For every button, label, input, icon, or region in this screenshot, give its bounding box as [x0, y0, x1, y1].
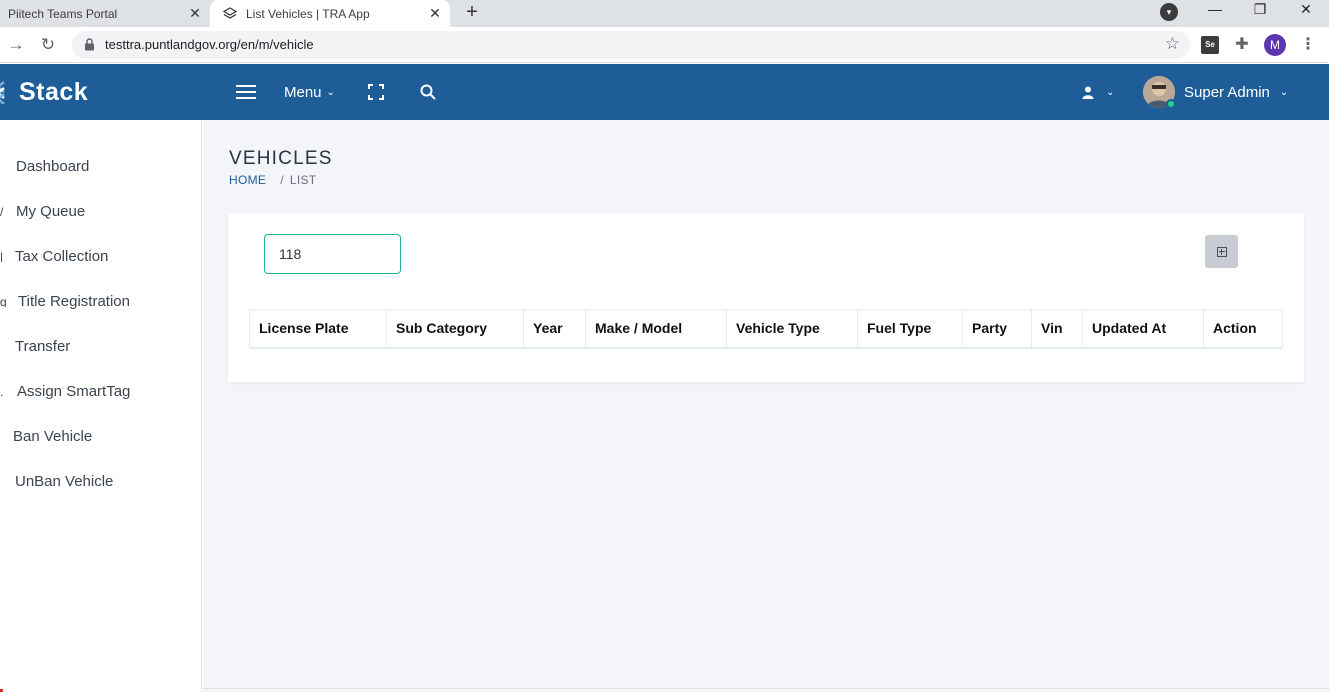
browser-tab-strip: Piitech Teams Portal ✕ List Vehicles | T…	[0, 0, 1329, 27]
tab-title: Piitech Teams Portal	[8, 6, 118, 21]
chevron-down-icon: ⌄	[1106, 86, 1115, 98]
registration-icon: g	[0, 295, 6, 307]
page-title: VEHICLES	[229, 148, 333, 169]
reload-icon[interactable]: ↻	[36, 33, 60, 57]
sidebar-item-my-queue[interactable]: / My Queue	[0, 199, 85, 223]
sidebar: Dashboard / My Queue | Tax Collection g …	[0, 120, 202, 692]
brand-name: Stack	[19, 77, 89, 106]
user-icon	[1082, 86, 1094, 99]
user-name: Super Admin	[1184, 83, 1270, 101]
table-header-row: License Plate Sub Category Year Make / M…	[249, 309, 1283, 349]
column-header[interactable]: Sub Category	[386, 309, 524, 349]
breadcrumb-home-link[interactable]: HOME	[229, 173, 266, 187]
menu-label: Menu	[284, 83, 322, 101]
hamburger-menu-icon[interactable]	[236, 64, 256, 120]
sidebar-item-label: Ban Vehicle	[13, 427, 93, 445]
chevron-down-icon: ⌄	[326, 86, 335, 98]
sidebar-item-label: Tax Collection	[15, 247, 109, 265]
user-notifications-dropdown[interactable]: ⌄	[1082, 64, 1114, 120]
column-header[interactable]: Fuel Type	[857, 309, 963, 349]
layers-icon	[222, 6, 238, 22]
add-vehicle-button[interactable]	[1205, 235, 1238, 268]
forward-arrow-icon[interactable]: →	[4, 33, 28, 57]
extension-selenium-icon[interactable]: Se	[1201, 36, 1219, 54]
minimize-icon[interactable]: —	[1192, 0, 1238, 20]
sidebar-item-label: UnBan Vehicle	[15, 472, 114, 490]
extensions-puzzle-icon[interactable]: ✚	[1232, 35, 1252, 55]
window-close-icon[interactable]: ✕	[1283, 0, 1329, 20]
close-icon[interactable]: ✕	[424, 5, 446, 22]
breadcrumb-separator: /	[280, 173, 284, 187]
browser-tab-list-vehicles[interactable]: List Vehicles | TRA App ✕	[210, 0, 450, 27]
new-tab-plus-icon[interactable]: +	[460, 1, 484, 25]
column-header[interactable]: Year	[523, 309, 586, 349]
footer-divider	[203, 688, 1329, 692]
column-header[interactable]: License Plate	[249, 309, 387, 349]
restore-icon[interactable]: ❐	[1237, 0, 1283, 20]
browser-tab-piitech[interactable]: Piitech Teams Portal ✕	[0, 0, 210, 27]
chevron-down-icon: ⌄	[1279, 86, 1289, 98]
user-avatar[interactable]	[1143, 76, 1176, 109]
main-content: VEHICLES HOME / LIST License Plate Sub C…	[203, 120, 1329, 692]
queue-icon: /	[0, 205, 4, 217]
stack-logo-icon	[0, 81, 5, 104]
sidebar-item-label: Assign SmartTag	[17, 382, 131, 400]
address-bar[interactable]: testtra.puntlandgov.org/en/m/vehicle ☆	[72, 31, 1190, 59]
plus-square-icon	[1216, 246, 1227, 257]
sidebar-item-label: My Queue	[16, 202, 86, 220]
column-header[interactable]: Updated At	[1082, 309, 1204, 349]
sidebar-item-label: Title Registration	[18, 292, 130, 310]
sidebar-item-transfer[interactable]: Transfer	[15, 334, 70, 358]
app-header: Stack Menu ⌄ ⌄ Super Admin ⌄	[0, 64, 1329, 120]
brand[interactable]: Stack	[0, 64, 88, 120]
vehicles-table: License Plate Sub Category Year Make / M…	[249, 309, 1283, 349]
browser-menu-icon[interactable]: ⋮	[1298, 35, 1318, 55]
breadcrumb: HOME / LIST	[229, 173, 316, 187]
tax-icon: |	[0, 250, 4, 262]
column-header[interactable]: Vin	[1031, 309, 1083, 349]
url-text: testtra.puntlandgov.org/en/m/vehicle	[105, 37, 314, 52]
column-header[interactable]: Make / Model	[585, 309, 727, 349]
column-header: Action	[1203, 309, 1283, 349]
online-status-dot	[1166, 99, 1176, 109]
breadcrumb-current: LIST	[289, 173, 317, 187]
sidebar-item-dashboard[interactable]: Dashboard	[16, 154, 89, 178]
profile-avatar[interactable]: M	[1264, 34, 1286, 56]
sidebar-item-label: Transfer	[15, 337, 71, 355]
user-menu[interactable]: Super Admin ⌄	[1184, 64, 1288, 120]
sidebar-item-title-registration[interactable]: g Title Registration	[0, 289, 130, 313]
sidebar-item-assign-smarttag[interactable]: . Assign SmartTag	[0, 379, 130, 403]
tab-search-icon[interactable]: ▾	[1160, 3, 1178, 21]
tag-icon: .	[0, 385, 4, 397]
menu-dropdown[interactable]: Menu ⌄	[284, 64, 335, 120]
tab-title: List Vehicles | TRA App	[246, 6, 370, 21]
search-input[interactable]	[264, 234, 401, 274]
sidebar-item-label: Dashboard	[16, 157, 90, 175]
browser-toolbar: → ↻ testtra.puntlandgov.org/en/m/vehicle…	[0, 27, 1329, 63]
sidebar-item-unban-vehicle[interactable]: UnBan Vehicle	[15, 469, 113, 493]
sidebar-item-tax-collection[interactable]: | Tax Collection	[0, 244, 108, 268]
fullscreen-icon[interactable]	[368, 64, 386, 120]
column-header[interactable]: Vehicle Type	[726, 309, 858, 349]
lock-icon	[85, 38, 94, 51]
sidebar-item-ban-vehicle[interactable]: Ban Vehicle	[13, 424, 92, 448]
bookmark-star-icon[interactable]: ☆	[1165, 34, 1180, 54]
search-icon[interactable]	[420, 64, 438, 120]
vehicles-card: License Plate Sub Category Year Make / M…	[228, 213, 1304, 382]
close-icon[interactable]: ✕	[184, 5, 206, 22]
column-header[interactable]: Party	[962, 309, 1032, 349]
